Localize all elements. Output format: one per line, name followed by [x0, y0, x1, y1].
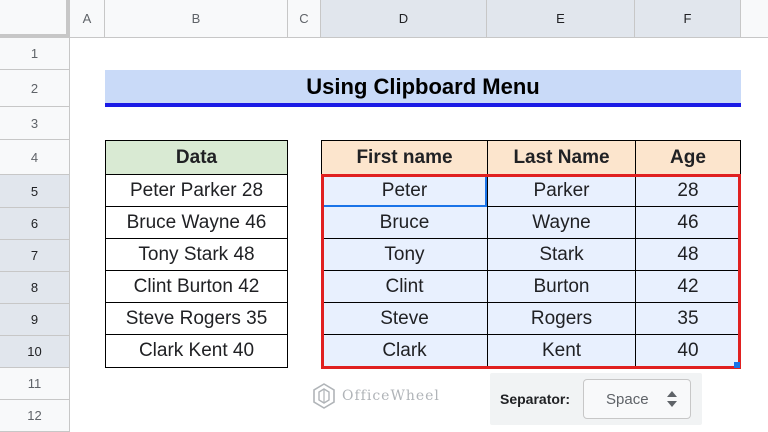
- last-name-cell[interactable]: Rogers: [487, 302, 636, 335]
- first-name-header[interactable]: First name: [321, 140, 488, 175]
- age-cell[interactable]: 42: [635, 270, 741, 303]
- age-cell[interactable]: 35: [635, 302, 741, 335]
- row-header-7[interactable]: 7: [0, 240, 70, 272]
- first-name-cell[interactable]: Peter: [321, 174, 488, 207]
- separator-value: Space: [606, 390, 649, 408]
- dropdown-arrows-icon: [667, 391, 677, 407]
- last-name-cell[interactable]: Stark: [487, 238, 636, 271]
- row-header-3[interactable]: 3: [0, 107, 70, 140]
- row-header-9[interactable]: 9: [0, 304, 70, 336]
- first-name-cell[interactable]: Clint: [321, 270, 488, 303]
- officewheel-logo-icon: [313, 383, 335, 409]
- separator-select[interactable]: Space: [583, 379, 691, 419]
- row-header-4[interactable]: 4: [0, 140, 70, 175]
- age-cell[interactable]: 40: [635, 334, 741, 368]
- age-header[interactable]: Age: [635, 140, 741, 175]
- last-name-cell[interactable]: Parker: [487, 174, 636, 207]
- first-name-cell[interactable]: Steve: [321, 302, 488, 335]
- last-name-header[interactable]: Last Name: [487, 140, 636, 175]
- age-cell[interactable]: 46: [635, 206, 741, 239]
- data-cell[interactable]: Steve Rogers 35: [105, 302, 288, 335]
- last-name-cell[interactable]: Wayne: [487, 206, 636, 239]
- first-name-cell[interactable]: Tony: [321, 238, 488, 271]
- column-header-c[interactable]: C: [288, 0, 321, 38]
- data-cell[interactable]: Tony Stark 48: [105, 238, 288, 271]
- row-header-5[interactable]: 5: [0, 175, 70, 208]
- row-header-2[interactable]: 2: [0, 70, 70, 107]
- row-header-11[interactable]: 11: [0, 368, 70, 400]
- row-header-6[interactable]: 6: [0, 208, 70, 240]
- watermark: OfficeWheel: [312, 383, 440, 409]
- row-header-12[interactable]: 12: [0, 400, 70, 432]
- sheet-title[interactable]: Using Clipboard Menu: [105, 70, 741, 107]
- watermark-text: OfficeWheel: [342, 388, 440, 404]
- data-cell[interactable]: Peter Parker 28: [105, 174, 288, 207]
- column-header-e[interactable]: E: [487, 0, 635, 38]
- column-header-a[interactable]: A: [70, 0, 105, 38]
- data-cell[interactable]: Clark Kent 40: [105, 334, 288, 368]
- column-header-f[interactable]: F: [635, 0, 741, 38]
- separator-panel: Separator: Space: [490, 373, 702, 425]
- row-header-10[interactable]: 10: [0, 336, 70, 368]
- age-cell[interactable]: 48: [635, 238, 741, 271]
- last-name-cell[interactable]: Burton: [487, 270, 636, 303]
- data-cell[interactable]: Bruce Wayne 46: [105, 206, 288, 239]
- data-cell[interactable]: Clint Burton 42: [105, 270, 288, 303]
- select-all-corner[interactable]: [0, 0, 70, 38]
- column-header-g[interactable]: [741, 0, 768, 38]
- column-header-d[interactable]: D: [321, 0, 487, 38]
- column-header-b[interactable]: B: [105, 0, 288, 38]
- separator-label: Separator:: [500, 391, 571, 407]
- row-header-8[interactable]: 8: [0, 272, 70, 304]
- fill-handle[interactable]: [734, 362, 740, 368]
- row-header-1[interactable]: 1: [0, 38, 70, 70]
- first-name-cell[interactable]: Bruce: [321, 206, 488, 239]
- age-cell[interactable]: 28: [635, 174, 741, 207]
- data-header-cell[interactable]: Data: [105, 140, 288, 175]
- last-name-cell[interactable]: Kent: [487, 334, 636, 368]
- first-name-cell[interactable]: Clark: [321, 334, 488, 368]
